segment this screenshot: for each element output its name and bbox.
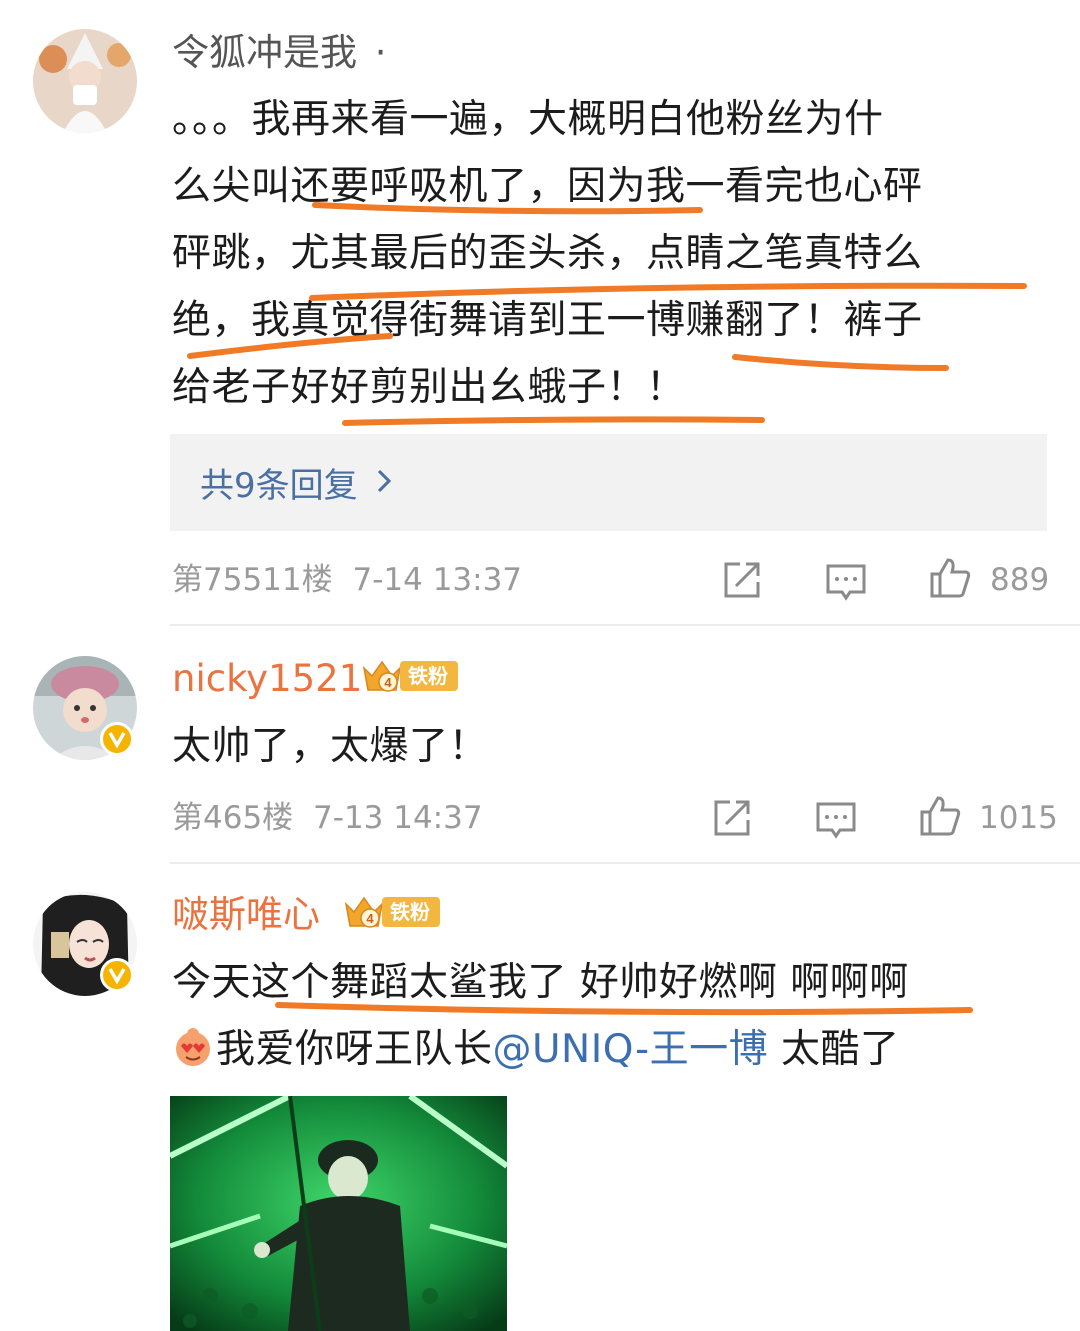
fan-badge[interactable]: 4 铁粉 — [360, 656, 458, 696]
like-count: 1015 — [979, 800, 1058, 836]
comment-line: 给老子好好剪别出幺蛾子！！ — [172, 365, 686, 410]
comment-text: 今天这个舞蹈太鲨我了 好帅好燃啊 啊啊啊 我爱你呀王队长@UNIQ-王一博 太酷… — [172, 949, 1052, 1083]
timestamp: 7-14 13:37 — [352, 562, 523, 598]
comment-line: 绝，我真觉得街舞请到王一博赚翻了！裤子 — [172, 298, 923, 343]
svg-text:4: 4 — [384, 675, 392, 690]
fan-badge-label: 铁粉 — [400, 661, 458, 691]
thumbs-up-icon[interactable] — [928, 556, 972, 600]
replies-label: 共9条回复 — [200, 466, 358, 506]
comment-icon[interactable] — [824, 560, 868, 604]
avatar[interactable] — [33, 29, 137, 133]
comment-line: 砰跳，尤其最后的歪头杀，点睛之笔真特么 — [172, 231, 923, 276]
fan-badge[interactable]: 4 铁粉 — [342, 892, 440, 932]
comment-text: 。。。我再来看一遍，大概明白他粉丝为什 么尖叫还要呼吸机了，因为我一看完也心砰 … — [172, 86, 1052, 421]
username-text[interactable]: 令狐冲是我 — [172, 31, 357, 74]
comment-meta: 第465楼 7-13 14:37 — [172, 798, 483, 838]
divider — [170, 862, 1080, 864]
username-dot: · — [374, 31, 387, 74]
avatar-image — [33, 29, 137, 133]
comment-line: 今天这个舞蹈太鲨我了 好帅好燃啊 啊啊啊 — [172, 960, 909, 1005]
timestamp: 7-13 14:37 — [313, 800, 483, 836]
user-mention-link[interactable]: @UNIQ-王一博 — [493, 1027, 769, 1072]
svg-text:4: 4 — [366, 911, 374, 926]
username[interactable]: nicky1521 — [172, 656, 362, 702]
share-icon[interactable] — [720, 558, 764, 602]
floor-number: 第75511楼 — [172, 562, 333, 598]
comment-photo[interactable] — [170, 1096, 507, 1331]
comment-text-segment: 太酷了 — [768, 1027, 900, 1072]
comment-line: 。。。我再来看一遍，大概明白他粉丝为什 — [172, 97, 884, 142]
crown-icon: 4 — [344, 896, 384, 928]
comment-text: 太帅了，太爆了！ — [172, 713, 1052, 780]
dancer-photo — [170, 1096, 507, 1331]
floor-number: 第465楼 — [172, 800, 294, 836]
like-count: 889 — [990, 562, 1050, 598]
username[interactable]: 令狐冲是我 · — [172, 30, 387, 76]
comment-line: 么尖叫还要呼吸机了，因为我一看完也心砰 — [172, 164, 923, 209]
comment-meta: 第75511楼 7-14 13:37 — [172, 560, 522, 600]
chevron-right-icon — [376, 463, 392, 503]
crown-icon: 4 — [362, 660, 402, 692]
username[interactable]: 啵斯唯心 — [172, 892, 320, 938]
verified-icon — [100, 958, 134, 992]
comment-icon[interactable] — [814, 798, 858, 842]
fan-badge-label: 铁粉 — [382, 897, 440, 927]
comment-line: 太帅了，太爆了！ — [172, 724, 489, 769]
share-icon[interactable] — [710, 796, 754, 840]
heart-eyes-emoji-icon — [176, 1028, 210, 1066]
verified-icon — [100, 722, 134, 756]
comment-text-segment: 我爱你呀王队长 — [216, 1027, 493, 1072]
comment-line: 我爱你呀王队长@UNIQ-王一博 太酷了 — [172, 1016, 1052, 1083]
thumbs-up-icon[interactable] — [918, 794, 962, 838]
divider — [170, 624, 1080, 626]
view-replies-button[interactable]: 共9条回复 — [170, 434, 1047, 531]
